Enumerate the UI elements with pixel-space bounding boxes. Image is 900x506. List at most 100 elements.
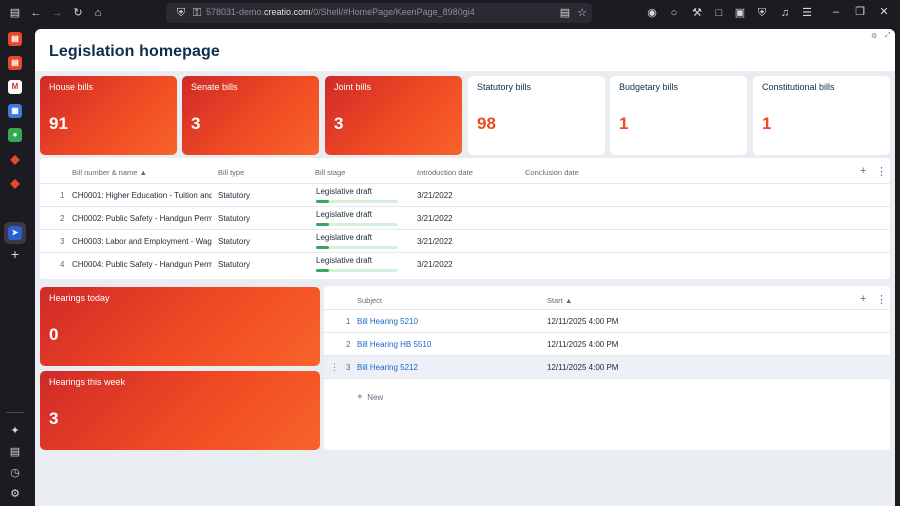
extensions-puzzle-icon[interactable]: ⚒ bbox=[690, 6, 704, 20]
row-number: 2 bbox=[60, 214, 65, 223]
shield-icon[interactable]: ⛨ bbox=[174, 6, 188, 20]
stage-progress-bar bbox=[316, 269, 398, 272]
sparkle-icon[interactable]: ✦ bbox=[8, 424, 22, 438]
extensions-icon[interactable]: ▤ bbox=[8, 445, 22, 459]
card-budgetary-bills[interactable]: Budgetary bills 1 bbox=[610, 76, 747, 155]
hearing-subject-link[interactable]: Bill Hearing 5210 bbox=[357, 317, 418, 326]
card-label: Senate bills bbox=[191, 82, 238, 92]
column-header-conclusion-date[interactable]: Conclusion date bbox=[525, 168, 579, 177]
card-value: 3 bbox=[49, 409, 59, 428]
add-column-icon[interactable]: + bbox=[860, 165, 866, 177]
menu-icon[interactable]: ☰ bbox=[800, 6, 814, 20]
back-icon[interactable]: ← bbox=[29, 6, 43, 20]
audio-icon[interactable]: ♫ bbox=[778, 6, 792, 20]
card-value: 3 bbox=[334, 114, 344, 133]
tab-manager-icon[interactable]: ▣ bbox=[733, 6, 747, 20]
table-row[interactable]: 2 Bill Hearing HB 5510 12/11/2025 4:00 P… bbox=[324, 332, 890, 355]
card-senate-bills[interactable]: Senate bills 3 bbox=[182, 76, 319, 155]
add-app-icon[interactable]: + bbox=[8, 247, 22, 261]
row-number: 3 bbox=[346, 363, 351, 372]
settings-gear-icon[interactable]: ⚙ bbox=[8, 487, 22, 501]
vpn-shield-icon[interactable]: ⛨ bbox=[755, 6, 769, 20]
bill-type: Statutory bbox=[218, 191, 251, 200]
row-actions-icon[interactable]: ⋮ bbox=[330, 362, 339, 373]
card-label: House bills bbox=[49, 82, 94, 92]
introduction-date: 3/21/2022 bbox=[417, 260, 453, 269]
add-column-icon[interactable]: + bbox=[860, 293, 866, 305]
gmail-icon[interactable]: M bbox=[8, 80, 22, 94]
table-row[interactable]: 1 CH0001: Higher Education - Tuition and… bbox=[40, 183, 890, 206]
extension-icon[interactable]: ◉ bbox=[645, 6, 659, 20]
table-row[interactable]: 1 Bill Hearing 5210 12/11/2025 4:00 PM bbox=[324, 309, 890, 332]
stage-progress-fill bbox=[316, 246, 330, 249]
card-hearings-today[interactable]: Hearings today 0 bbox=[40, 287, 320, 366]
app-icon-4[interactable]: ◆ bbox=[8, 176, 22, 190]
more-options-icon[interactable]: ⋮ bbox=[876, 165, 887, 178]
card-joint-bills[interactable]: Joint bills 3 bbox=[325, 76, 462, 155]
column-header-start[interactable]: Start ▲ bbox=[547, 296, 572, 305]
column-header-introduction-date[interactable]: Introduction date bbox=[417, 168, 473, 177]
table-row[interactable]: 2 CH0002: Public Safety - Handgun Permit… bbox=[40, 206, 890, 229]
table-row[interactable]: 4 CH0004: Public Safety - Handgun Permit… bbox=[40, 252, 890, 275]
hearings-table: Subject Start ▲ + ⋮ 1 Bill Hearing 5210 … bbox=[324, 286, 890, 450]
card-label: Hearings today bbox=[49, 293, 110, 303]
sort-asc-icon[interactable]: ▲ bbox=[140, 168, 147, 177]
table-row[interactable]: 3 CH0003: Labor and Employment - Wages S… bbox=[40, 229, 890, 252]
more-options-icon[interactable]: ⋮ bbox=[876, 293, 887, 306]
mask-icon[interactable]: ○ bbox=[667, 6, 681, 20]
reader-view-icon[interactable]: ▤ bbox=[558, 6, 572, 20]
bill-name[interactable]: CH0002: Public Safety - Handgun Permits bbox=[72, 214, 212, 223]
hearing-subject-link[interactable]: Bill Hearing 5212 bbox=[357, 363, 418, 372]
restore-icon[interactable]: ❐ bbox=[854, 6, 866, 18]
card-label: Hearings this week bbox=[49, 377, 126, 387]
table-row[interactable]: ⋮ 3 Bill Hearing 5212 12/11/2025 4:00 PM bbox=[324, 355, 890, 378]
card-constitutional-bills[interactable]: Constitutional bills 1 bbox=[753, 76, 890, 155]
introduction-date: 3/21/2022 bbox=[417, 214, 453, 223]
browser-toolbar: ▤ ← → ↻ ⌂ ⛨ ⚿ 578031-demo.creatio.com/0/… bbox=[0, 0, 900, 26]
hearing-subject-link[interactable]: Bill Hearing HB 5510 bbox=[357, 340, 431, 349]
card-statutory-bills[interactable]: Statutory bills 98 bbox=[468, 76, 605, 155]
column-header-subject[interactable]: Subject bbox=[357, 296, 382, 305]
app-icon-2[interactable]: ▤ bbox=[8, 56, 22, 70]
column-header-bill-type[interactable]: Bill type bbox=[218, 168, 244, 177]
reload-icon[interactable]: ↻ bbox=[71, 6, 85, 20]
calendar-icon[interactable]: ▦ bbox=[8, 104, 22, 118]
bill-stage: Legislative draft bbox=[316, 210, 373, 219]
page-title: Legislation homepage bbox=[49, 43, 220, 60]
card-value: 1 bbox=[619, 114, 629, 133]
url-text[interactable]: 578031-demo.creatio.com/0/Shell/#HomePag… bbox=[206, 7, 475, 17]
new-button-label: New bbox=[367, 393, 384, 402]
creatio-app-icon[interactable]: ➤ bbox=[8, 226, 22, 240]
minimize-icon[interactable]: – bbox=[830, 6, 842, 18]
app-icon-3[interactable]: ◆ bbox=[8, 152, 22, 166]
bill-type: Statutory bbox=[218, 237, 251, 246]
container-icon[interactable]: □ bbox=[712, 6, 726, 20]
history-icon[interactable]: ◷ bbox=[8, 466, 22, 480]
new-record-button[interactable]: + New bbox=[357, 392, 383, 403]
stage-progress-fill bbox=[316, 269, 330, 272]
sidebar-toggle-icon[interactable]: ▤ bbox=[8, 6, 22, 20]
introduction-date: 3/21/2022 bbox=[417, 237, 453, 246]
column-header-bill-name[interactable]: Bill number & name ▲ bbox=[72, 168, 147, 177]
bill-name[interactable]: CH0003: Labor and Employment - Wages bbox=[72, 237, 212, 246]
bill-name[interactable]: CH0001: Higher Education - Tuition and F… bbox=[72, 191, 212, 200]
app-icon-green[interactable]: ● bbox=[8, 128, 22, 142]
close-icon[interactable]: ✕ bbox=[878, 6, 890, 18]
card-hearings-this-week[interactable]: Hearings this week 3 bbox=[40, 371, 320, 450]
bookmark-star-icon[interactable]: ☆ bbox=[575, 6, 589, 20]
app-icon-1[interactable]: ▤ bbox=[8, 32, 22, 46]
fullscreen-icon[interactable]: ⤢ bbox=[885, 32, 891, 40]
column-header-bill-stage[interactable]: Bill stage bbox=[315, 168, 345, 177]
home-icon[interactable]: ⌂ bbox=[91, 6, 105, 20]
forward-icon[interactable]: → bbox=[50, 6, 64, 20]
row-number: 1 bbox=[346, 317, 351, 326]
card-house-bills[interactable]: House bills 91 bbox=[40, 76, 177, 155]
bills-table: Bill number & name ▲ Bill type Bill stag… bbox=[40, 158, 890, 279]
sort-asc-icon[interactable]: ▲ bbox=[565, 296, 572, 305]
page-content: Legislation homepage ⚙ ⤢ House bills 91 … bbox=[35, 29, 895, 506]
bill-stage: Legislative draft bbox=[316, 256, 373, 265]
card-value: 0 bbox=[49, 325, 59, 344]
card-value: 1 bbox=[762, 114, 772, 133]
bill-name[interactable]: CH0004: Public Safety - Handgun Permits bbox=[72, 260, 212, 269]
settings-icon[interactable]: ⚙ bbox=[871, 32, 877, 40]
